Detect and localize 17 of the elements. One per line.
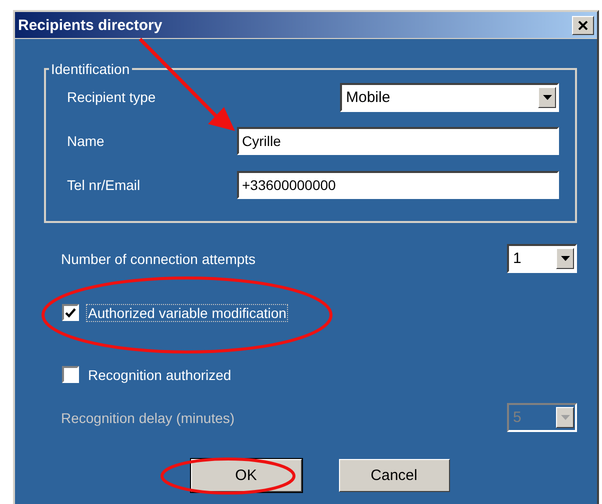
close-icon [578, 20, 588, 30]
dialog-button[interactable]: Cancel [338, 459, 450, 492]
field-label: Tel nr/Email [67, 177, 140, 193]
checkbox-label[interactable]: Authorized variable modification [86, 304, 288, 322]
window-title: Recipients directory [18, 16, 162, 34]
checkbox[interactable] [62, 304, 79, 321]
checkbox[interactable] [62, 366, 79, 383]
setting-label: Recognition delay (minutes) [61, 410, 235, 426]
dropdown[interactable]: Mobile [340, 82, 559, 112]
setting-label: Number of connection attempts [61, 250, 256, 266]
checkbox-label[interactable]: Recognition authorized [86, 366, 234, 384]
close-button[interactable] [572, 16, 594, 34]
field-label: Recipient type [67, 89, 156, 105]
dropdown[interactable]: 1 [507, 244, 577, 273]
text-field[interactable]: Cyrille [237, 127, 559, 155]
text-field[interactable]: +33600000000 [237, 171, 559, 199]
field-label: Name [67, 133, 104, 149]
